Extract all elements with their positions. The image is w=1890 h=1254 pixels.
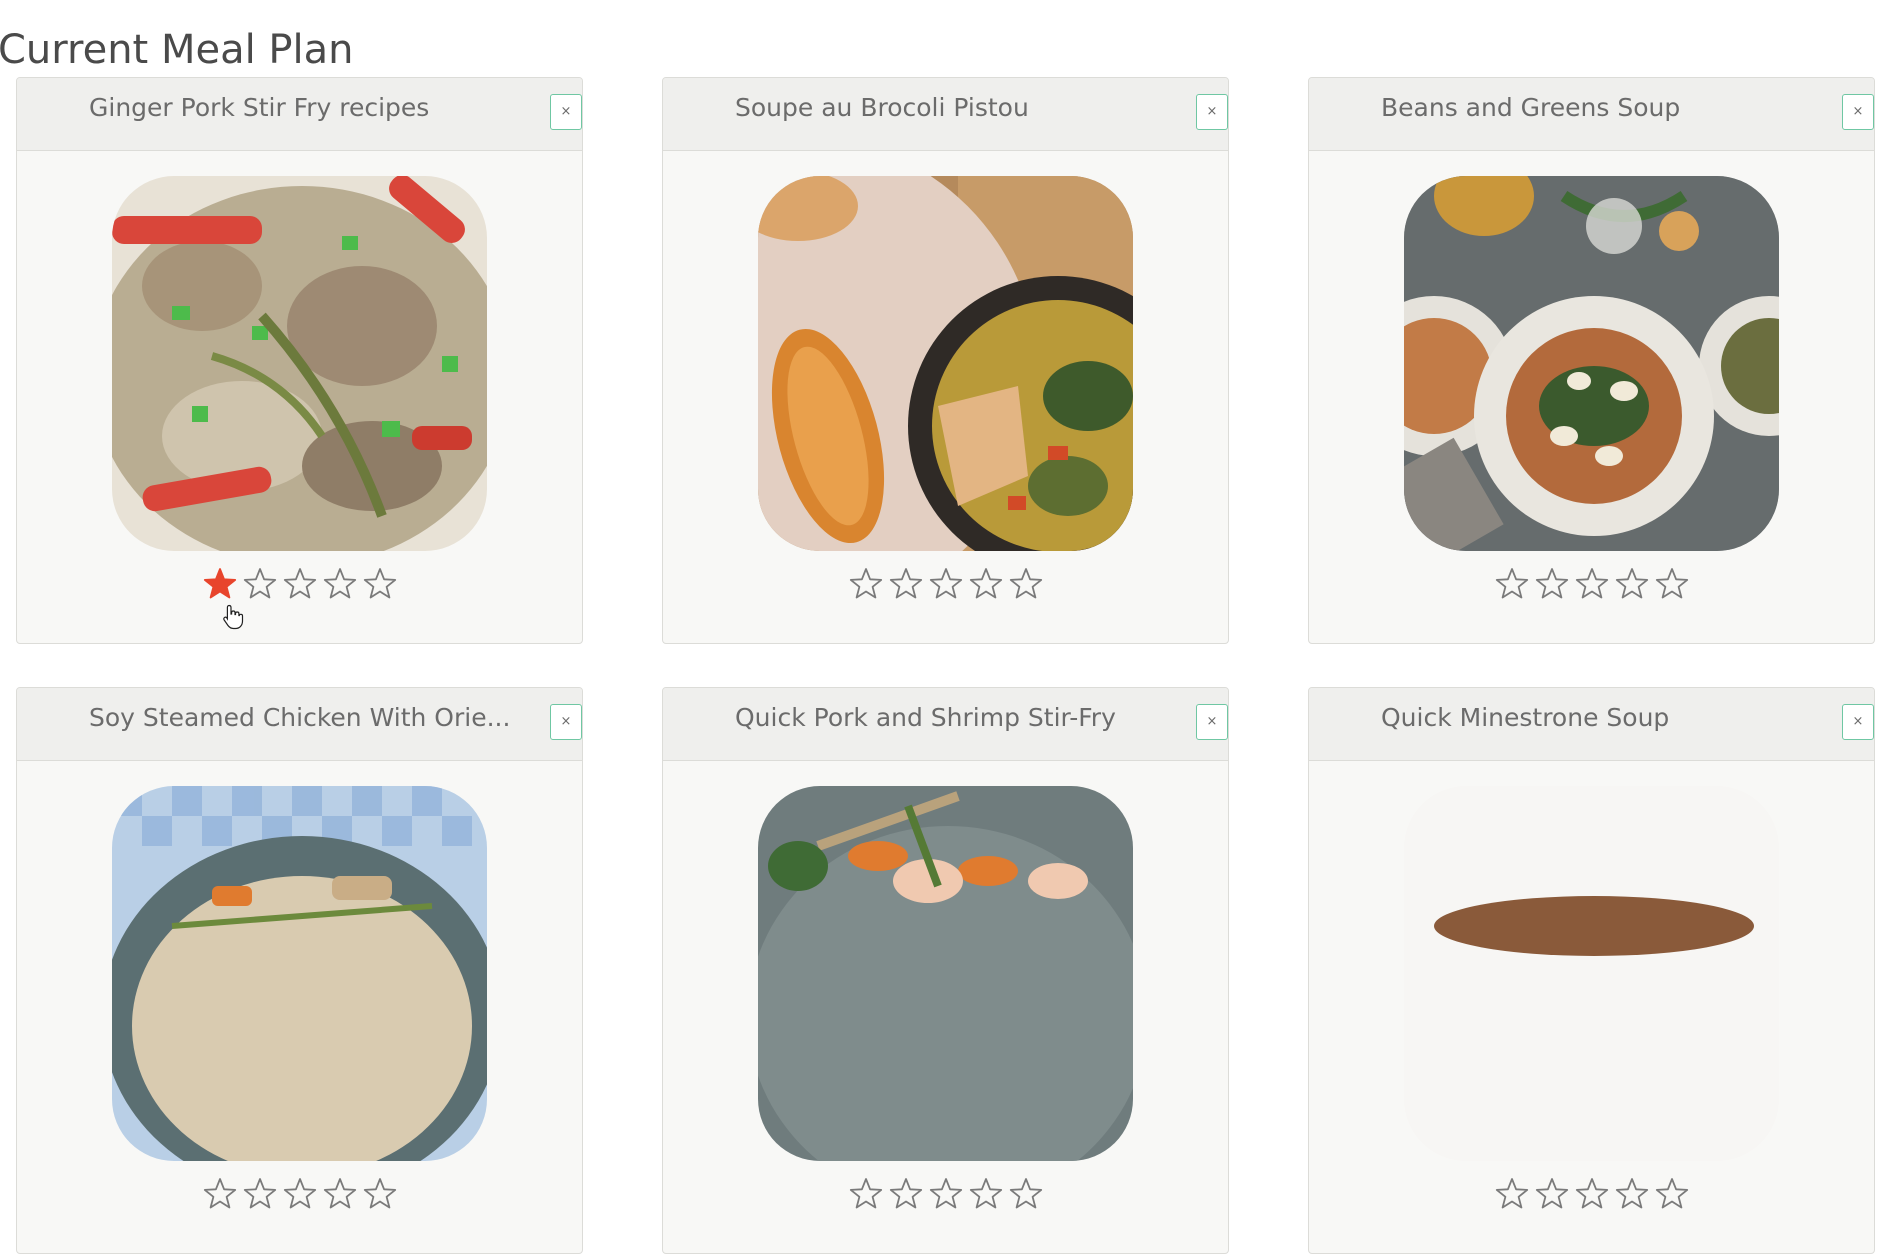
star-icon[interactable] [926,564,966,604]
star-rating [1309,1174,1874,1214]
meal-plan-grid: Ginger Pork Stir Fry recipes × Soupe au … [0,0,1890,1254]
meal-photo [758,786,1133,1161]
star-icon[interactable] [280,1174,320,1214]
meal-card: Soy Steamed Chicken With Orie... × [16,687,583,1254]
meal-photo-image [758,176,1133,551]
meal-photo [112,176,487,551]
star-icon[interactable] [1652,1174,1692,1214]
star-rating [1309,564,1874,604]
star-icon[interactable] [320,564,360,604]
remove-meal-button[interactable]: × [1842,94,1874,130]
star-rating [663,1174,1228,1214]
meal-title: Ginger Pork Stir Fry recipes [89,93,430,122]
meal-photo [1404,786,1779,1161]
meal-card: Quick Minestrone Soup × [1308,687,1875,1254]
star-icon[interactable] [966,1174,1006,1214]
star-icon[interactable] [1492,1174,1532,1214]
star-icon[interactable] [1532,1174,1572,1214]
meal-photo-image [112,786,487,1161]
meal-card-header: Ginger Pork Stir Fry recipes × [17,78,582,151]
star-icon[interactable] [240,564,280,604]
star-icon[interactable] [200,1174,240,1214]
meal-title: Soy Steamed Chicken With Orie... [89,703,509,732]
meal-card: Ginger Pork Stir Fry recipes × [16,77,583,644]
remove-meal-button[interactable]: × [1196,704,1228,740]
star-icon[interactable] [1612,1174,1652,1214]
meal-card: Soupe au Brocoli Pistou × [662,77,1229,644]
meal-card-header: Beans and Greens Soup × [1309,78,1874,151]
star-icon[interactable] [200,564,240,604]
star-icon[interactable] [280,564,320,604]
remove-meal-button[interactable]: × [1196,94,1228,130]
star-rating [663,564,1228,604]
star-rating [17,1174,582,1214]
meal-card: Beans and Greens Soup × [1308,77,1875,644]
remove-meal-button[interactable]: × [550,94,582,130]
star-icon[interactable] [1006,1174,1046,1214]
star-icon[interactable] [846,564,886,604]
meal-title: Beans and Greens Soup [1381,93,1681,122]
remove-meal-button[interactable]: × [550,704,582,740]
star-icon[interactable] [1652,564,1692,604]
star-icon[interactable] [846,1174,886,1214]
star-icon[interactable] [966,564,1006,604]
meal-card-header: Quick Pork and Shrimp Stir-Fry × [663,688,1228,761]
star-icon[interactable] [360,564,400,604]
meal-card: Quick Pork and Shrimp Stir-Fry × [662,687,1229,1254]
meal-title: Quick Minestrone Soup [1381,703,1670,732]
meal-photo-image [112,176,487,551]
meal-card-header: Soupe au Brocoli Pistou × [663,78,1228,151]
star-icon[interactable] [886,1174,926,1214]
meal-title: Soupe au Brocoli Pistou [735,93,1029,122]
star-icon[interactable] [320,1174,360,1214]
meal-photo [112,786,487,1161]
meal-photo-image [1404,176,1779,551]
meal-card-header: Quick Minestrone Soup × [1309,688,1874,761]
meal-photo-image [758,786,1133,1161]
meal-title: Quick Pork and Shrimp Stir-Fry [735,703,1116,732]
star-rating [17,564,582,604]
remove-meal-button[interactable]: × [1842,704,1874,740]
star-icon[interactable] [926,1174,966,1214]
star-icon[interactable] [1612,564,1652,604]
meal-photo-image [1404,786,1779,1161]
star-icon[interactable] [1572,1174,1612,1214]
star-icon[interactable] [1572,564,1612,604]
star-icon[interactable] [360,1174,400,1214]
star-icon[interactable] [1492,564,1532,604]
star-icon[interactable] [240,1174,280,1214]
meal-photo [1404,176,1779,551]
star-icon[interactable] [1532,564,1572,604]
meal-card-header: Soy Steamed Chicken With Orie... × [17,688,582,761]
meal-photo [758,176,1133,551]
star-icon[interactable] [1006,564,1046,604]
star-icon[interactable] [886,564,926,604]
